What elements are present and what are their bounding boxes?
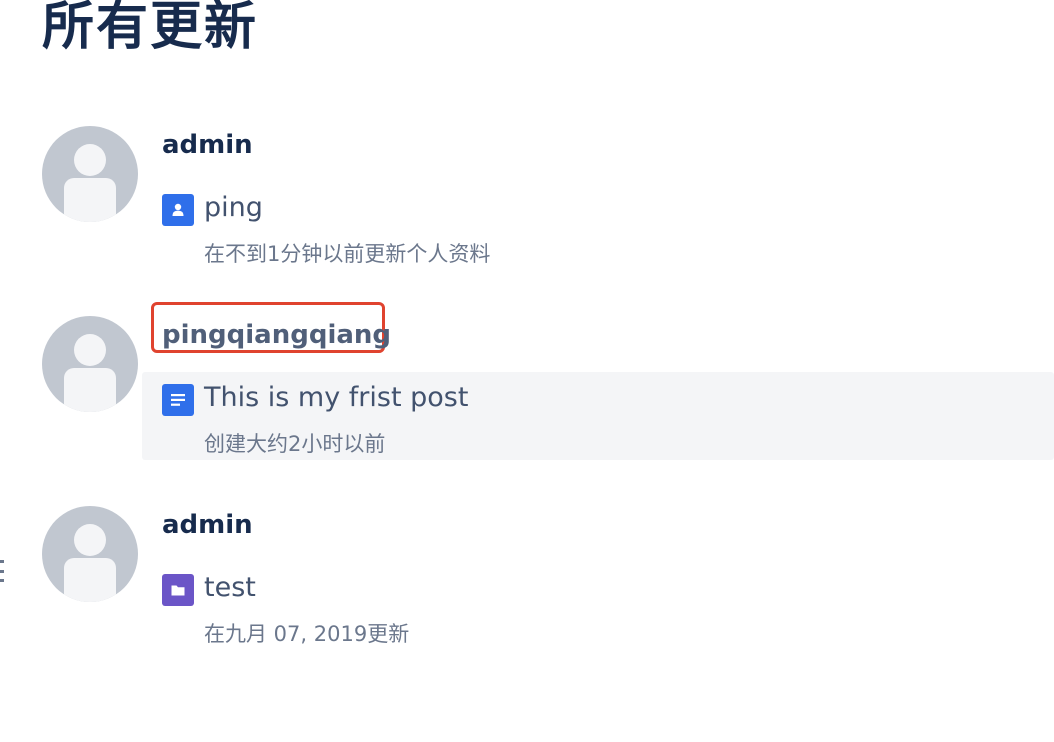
avatar-head-shape bbox=[74, 524, 106, 556]
activity-title-link[interactable]: ping bbox=[204, 190, 263, 226]
avatar[interactable] bbox=[42, 126, 138, 222]
username-link[interactable]: admin bbox=[162, 508, 253, 542]
activity-title-link[interactable]: This is my frist post bbox=[204, 380, 468, 416]
folder-space-icon bbox=[162, 574, 194, 606]
avatar-head-shape bbox=[74, 144, 106, 176]
avatar-body-shape bbox=[64, 558, 116, 602]
avatar[interactable] bbox=[42, 316, 138, 412]
activity-timestamp: 创建大约2小时以前 bbox=[204, 432, 386, 456]
feed-item: admin test 在九月 07, 2019更新 bbox=[0, 506, 1054, 646]
activity-timestamp: 在九月 07, 2019更新 bbox=[204, 622, 410, 646]
feed-item: pingqiangqiang This is my frist post 创建大… bbox=[0, 302, 1054, 460]
activity-row[interactable]: test 在九月 07, 2019更新 bbox=[142, 562, 1054, 650]
activity-title-link[interactable]: test bbox=[204, 570, 256, 606]
avatar-body-shape bbox=[64, 178, 116, 222]
page-document-icon bbox=[162, 384, 194, 416]
avatar-head-shape bbox=[74, 334, 106, 366]
avatar[interactable] bbox=[42, 506, 138, 602]
username-link[interactable]: admin bbox=[162, 128, 253, 162]
user-profile-icon bbox=[162, 194, 194, 226]
avatar-body-shape bbox=[64, 368, 116, 412]
activity-row[interactable]: ping 在不到1分钟以前更新个人资料 bbox=[142, 182, 1054, 270]
username-link[interactable]: pingqiangqiang bbox=[162, 318, 391, 352]
all-updates-page: 所有更新 admin ping 在不到1分钟以前更新个人资料 pingqiang… bbox=[0, 0, 1054, 742]
activity-timestamp: 在不到1分钟以前更新个人资料 bbox=[204, 242, 491, 266]
activity-row[interactable]: This is my frist post 创建大约2小时以前 bbox=[142, 372, 1054, 460]
feed-item: admin ping 在不到1分钟以前更新个人资料 bbox=[0, 126, 1054, 266]
page-title: 所有更新 bbox=[42, 0, 259, 57]
